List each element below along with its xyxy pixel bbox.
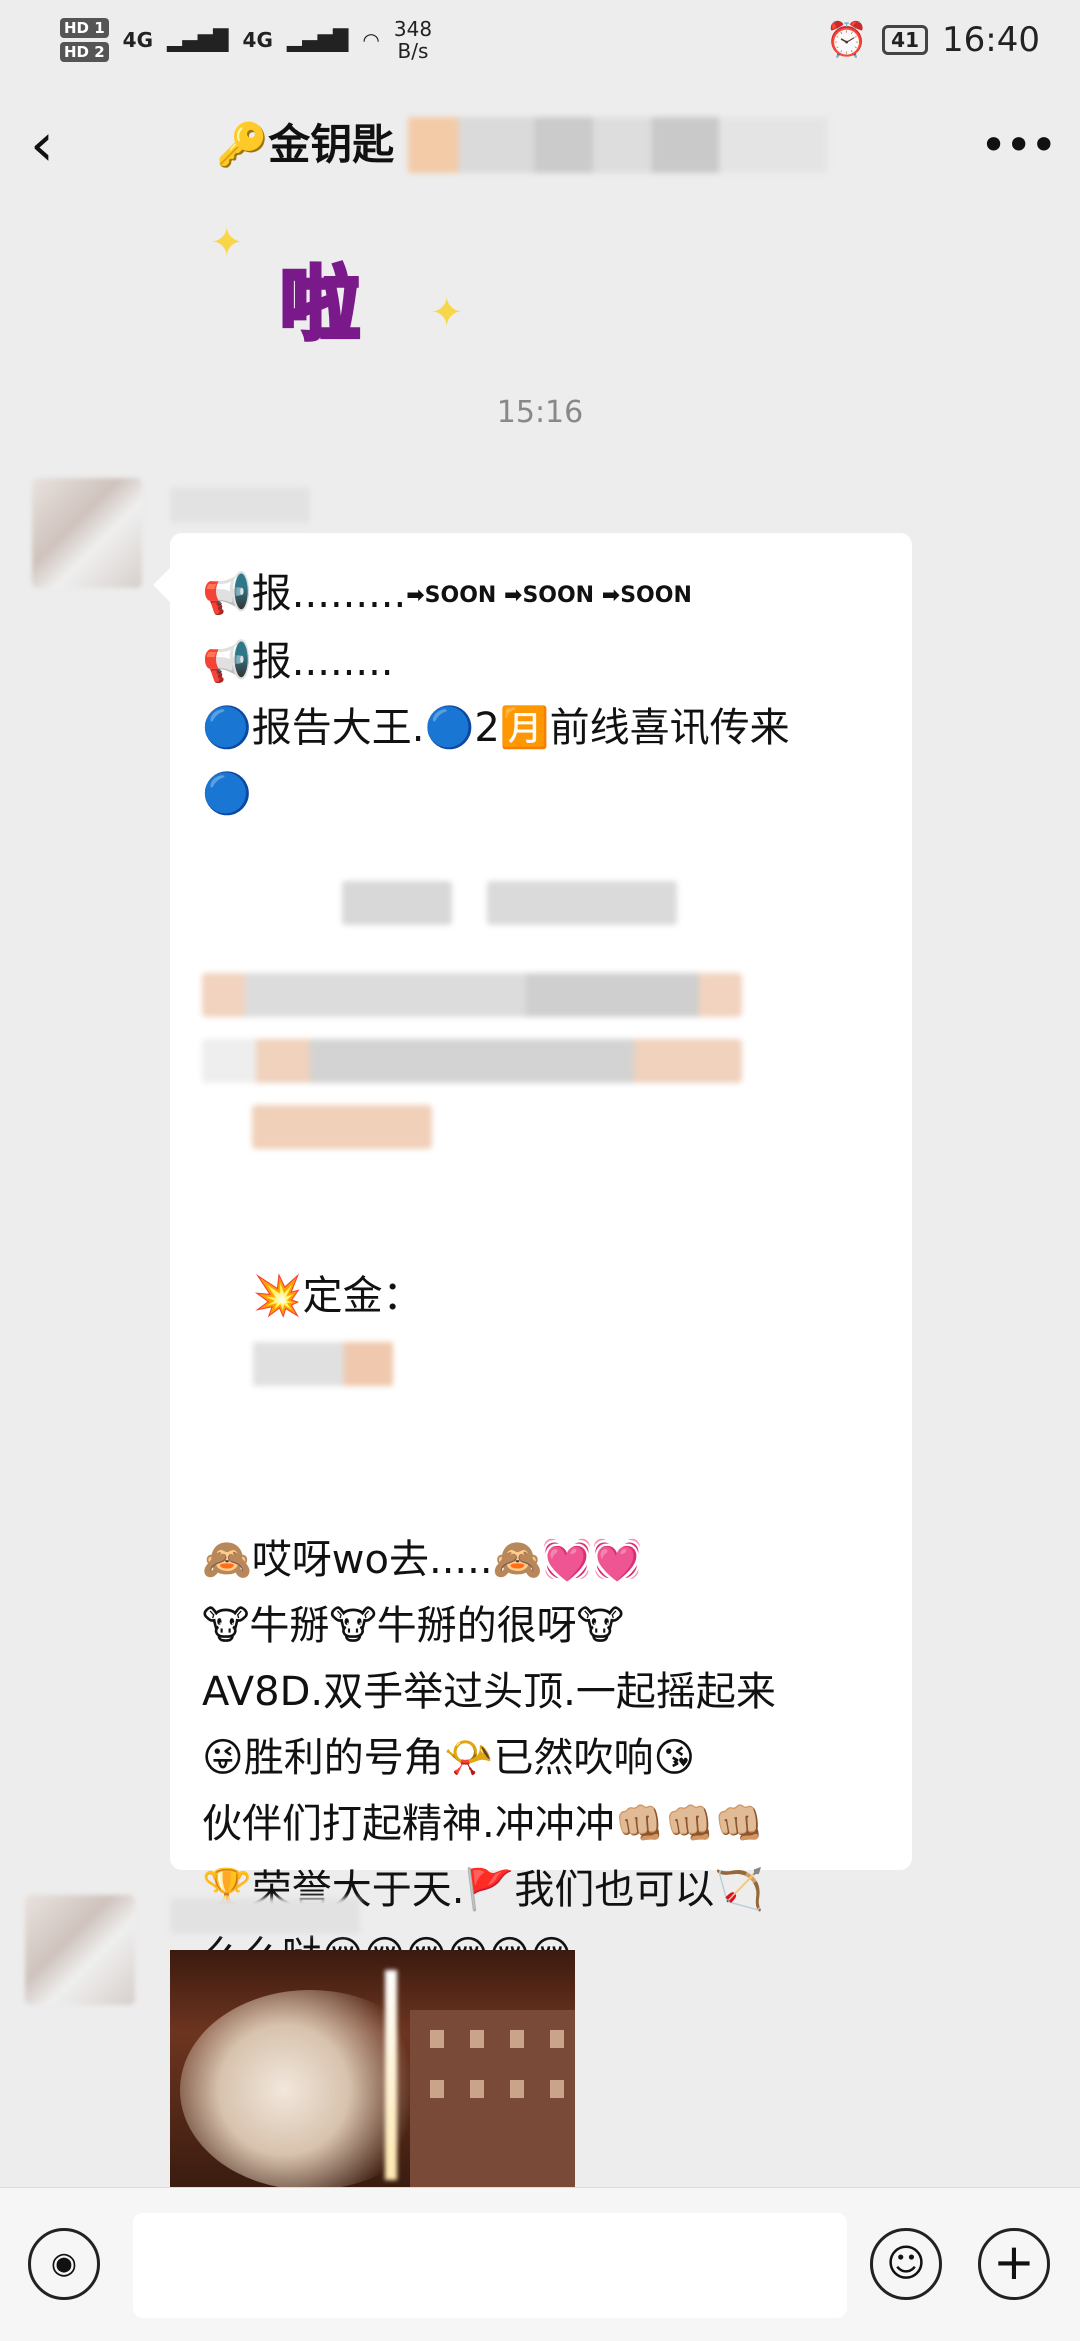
signal-4g-icon: 4G bbox=[122, 28, 154, 52]
sender-name-redacted-2 bbox=[170, 1898, 360, 1934]
smoke-shape bbox=[180, 1990, 440, 2187]
message-line: AV8D.双手举过头顶.一起摇起来 bbox=[202, 1669, 776, 1715]
redacted-content bbox=[202, 959, 882, 1025]
clock: 16:40 bbox=[942, 20, 1040, 60]
soon-arrows: ➡SOON ➡SOON ➡SOON bbox=[406, 583, 692, 608]
signal-bars-icon: ▂▄▆█ bbox=[167, 28, 229, 52]
sparkle-icon-2: ✦ bbox=[430, 290, 464, 336]
hd-indicator-1: HD 1 bbox=[60, 18, 109, 38]
redacted-content bbox=[202, 1091, 882, 1157]
status-right: ⏰ 41 16:40 bbox=[826, 20, 1040, 60]
message-line: 🔵 bbox=[202, 771, 252, 817]
message-line: 🔵报告大王.🔵2🈷️前线喜讯传来 bbox=[202, 705, 790, 751]
building-shape bbox=[410, 2010, 575, 2187]
more-options-button[interactable]: ••• bbox=[980, 110, 1057, 180]
message-line: 😜胜利的号角📯已然吹响😘 bbox=[202, 1735, 696, 1781]
battery-indicator: 41 bbox=[882, 25, 929, 55]
message-timestamp: 15:16 bbox=[496, 395, 584, 430]
sticker-message[interactable]: ✦ ✦ 啦 bbox=[170, 200, 500, 353]
redacted-content bbox=[202, 867, 882, 933]
message-line: 📢报.........➡SOON ➡SOON ➡SOON bbox=[202, 571, 692, 617]
message-bubble[interactable]: 📢报.........➡SOON ➡SOON ➡SOON 📢报........ … bbox=[170, 533, 912, 1979]
message-line: 伙伴们打起精神.冲冲冲👊🏼👊🏼👊🏼 bbox=[202, 1801, 765, 1847]
redacted-amount bbox=[252, 1342, 393, 1386]
signal-bars-icon-2: ▂▄▆█ bbox=[286, 28, 349, 52]
chevron-left-icon[interactable]: ‹ bbox=[30, 110, 90, 180]
firework-spark bbox=[385, 1970, 397, 2180]
avatar[interactable] bbox=[32, 478, 142, 588]
sparkle-icon: ✦ bbox=[210, 220, 244, 266]
plus-icon[interactable]: + bbox=[978, 2228, 1050, 2300]
message-line: 🙈哎呀wo去.....🙈💓💓 bbox=[202, 1537, 642, 1583]
hd-indicator-2: HD 2 bbox=[60, 42, 109, 62]
sticker-text: 啦 bbox=[278, 256, 362, 353]
chat-header: ‹ 🔑金钥匙 ••• bbox=[0, 90, 1080, 200]
sender-name-redacted bbox=[170, 487, 310, 523]
deposit-line: 💥定金： bbox=[202, 1197, 882, 1461]
status-bar: HD 1 HD 2 4G ▂▄▆█ 4G ▂▄▆█ ◠ 348 B/s ⏰ 41… bbox=[0, 0, 1080, 80]
input-bar: ◉ ☺ + bbox=[0, 2187, 1080, 2341]
network-speed: 348 B/s bbox=[393, 17, 433, 63]
emoji-icon[interactable]: ☺ bbox=[870, 2228, 942, 2300]
chat-title: 🔑金钥匙 bbox=[216, 110, 829, 180]
avatar-2[interactable] bbox=[25, 1895, 135, 2005]
voice-icon[interactable]: ◉ bbox=[28, 2228, 100, 2300]
signal-4g-icon-2: 4G bbox=[242, 28, 273, 52]
wifi-icon: ◠ bbox=[362, 28, 380, 52]
alarm-icon: ⏰ bbox=[825, 20, 869, 60]
status-left: HD 1 HD 2 4G ▂▄▆█ 4G ▂▄▆█ ◠ 348 B/s bbox=[60, 18, 432, 62]
redacted-title bbox=[408, 117, 829, 173]
image-message[interactable] bbox=[170, 1950, 575, 2187]
message-line: 🐮牛掰🐮牛掰的很呀🐮 bbox=[202, 1603, 625, 1649]
message-line: 📢报........ bbox=[202, 639, 394, 685]
message-input[interactable] bbox=[133, 2213, 847, 2318]
redacted-content bbox=[202, 1025, 882, 1091]
